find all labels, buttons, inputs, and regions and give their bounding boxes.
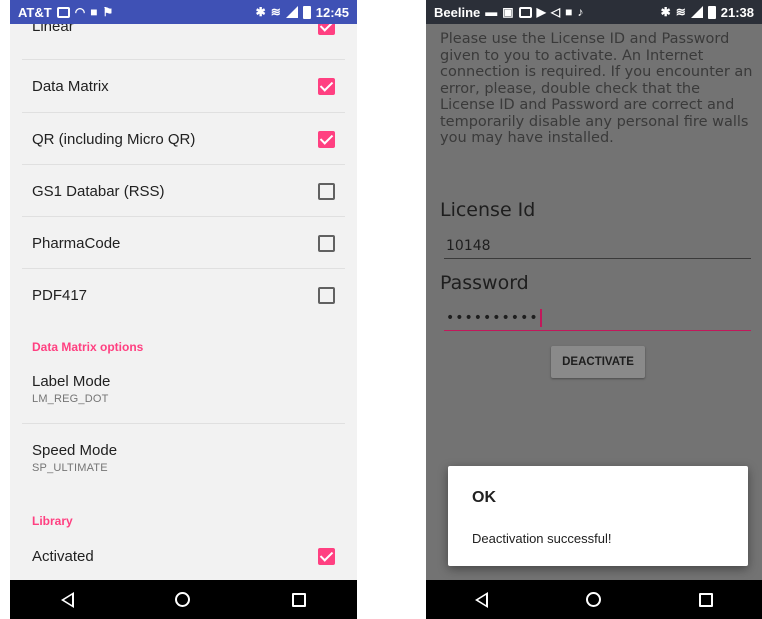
text-cursor (539, 308, 542, 327)
home-icon[interactable] (586, 592, 601, 607)
dialog-title: OK (472, 489, 496, 506)
bluetooth-icon: ✱ (660, 5, 671, 19)
chat-icon: ▣ (502, 5, 514, 19)
vibrate-icon: ≋ (675, 5, 686, 19)
flag-icon: ⚑ (102, 5, 114, 19)
back-icon[interactable] (475, 591, 488, 608)
dialog-message: Deactivation successful! (472, 531, 612, 546)
list-item-qr[interactable]: QR (including Micro QR) (10, 113, 357, 165)
carrier-label: AT&T (18, 4, 52, 20)
alert-dialog: OK Deactivation successful! (448, 466, 748, 566)
music-icon: ♪ (577, 5, 584, 19)
list-item-label: Linear (32, 24, 74, 35)
wifi-icon: ◠ (74, 5, 86, 19)
list-item-gs1-databar[interactable]: GS1 Databar (RSS) (10, 165, 357, 217)
license-id-input[interactable]: 10148 (444, 233, 751, 259)
list-item-data-matrix[interactable]: Data Matrix (10, 60, 357, 112)
list-item-activated[interactable]: Activated (10, 530, 357, 580)
list-item-label: Speed Mode (32, 442, 118, 459)
bluetooth-icon: ✱ (255, 5, 266, 19)
message-icon: ▬ (485, 5, 498, 19)
list-item-value: LM_REG_DOT (32, 393, 109, 405)
signal-icon (285, 6, 298, 18)
image-notification-icon (518, 6, 532, 18)
carrier-label: Beeline (434, 4, 481, 20)
notification-icon: ■ (90, 5, 98, 19)
license-id-label: License Id (440, 199, 536, 221)
list-item-label: GS1 Databar (RSS) (32, 182, 165, 200)
password-label: Password (440, 272, 529, 294)
image-notification-icon (56, 6, 70, 18)
license-id-value: 10148 (446, 237, 491, 254)
password-value: •••••••••• (446, 309, 539, 326)
list-item-label: PharmaCode (32, 234, 121, 252)
activation-screen: Beeline ▬ ▣ ▶ ◁ ■ ♪ ✱ ≋ 21:38 Please use… (426, 0, 762, 619)
checkbox-qr[interactable] (318, 130, 335, 148)
checkbox-pdf417[interactable] (318, 286, 335, 304)
checkbox-gs1-databar[interactable] (318, 182, 335, 200)
clock: 21:38 (720, 4, 754, 20)
location-icon: ◁ (550, 5, 561, 19)
list-item-speed-mode[interactable]: Speed Mode SP_ULTIMATE (10, 435, 357, 491)
signal-icon (690, 6, 703, 18)
status-bar: Beeline ▬ ▣ ▶ ◁ ■ ♪ ✱ ≋ 21:38 (426, 0, 762, 24)
section-header-data-matrix-options: Data Matrix options (32, 340, 144, 354)
settings-list: Linear Data Matrix QR (including Micro Q… (10, 24, 357, 580)
back-icon[interactable] (60, 591, 74, 608)
section-header-library: Library (32, 514, 73, 528)
navigation-bar (426, 580, 762, 619)
checkbox-data-matrix[interactable] (318, 77, 335, 95)
list-item-linear[interactable]: Linear (10, 24, 357, 36)
list-item-label: Activated (32, 547, 94, 565)
bookmark-icon: ■ (565, 5, 573, 19)
list-item-label: PDF417 (32, 286, 88, 304)
list-item-pharmacode[interactable]: PharmaCode (10, 217, 357, 269)
navigation-bar (10, 580, 357, 619)
checkbox-linear[interactable] (318, 24, 335, 35)
checkbox-activated[interactable] (318, 547, 335, 565)
list-item-label: Label Mode (32, 373, 111, 390)
list-item-value: SP_ULTIMATE (32, 462, 108, 474)
deactivate-button[interactable]: DEACTIVATE (551, 346, 645, 378)
play-icon: ▶ (536, 5, 546, 19)
checkbox-pharmacode[interactable] (318, 234, 335, 252)
battery-icon (707, 5, 716, 19)
list-item-pdf417[interactable]: PDF417 (10, 269, 357, 321)
list-item-label: QR (including Micro QR) (32, 130, 196, 148)
vibrate-icon: ≋ (270, 5, 281, 19)
list-item-label-mode[interactable]: Label Mode LM_REG_DOT (10, 366, 357, 422)
recents-icon[interactable] (699, 592, 713, 607)
home-icon[interactable] (175, 592, 191, 607)
status-bar: AT&T ◠ ■ ⚑ ✱ ≋ 12:45 (10, 0, 357, 24)
battery-icon (302, 5, 311, 19)
clock: 12:45 (315, 4, 349, 20)
instructions-text: Please use the License ID and Password g… (440, 31, 753, 146)
divider (22, 423, 345, 424)
list-item-label: Data Matrix (32, 77, 109, 95)
settings-screen: AT&T ◠ ■ ⚑ ✱ ≋ 12:45 Linear Data Matrix … (10, 0, 357, 619)
password-input[interactable]: •••••••••• (444, 305, 751, 331)
recents-icon[interactable] (292, 592, 307, 607)
